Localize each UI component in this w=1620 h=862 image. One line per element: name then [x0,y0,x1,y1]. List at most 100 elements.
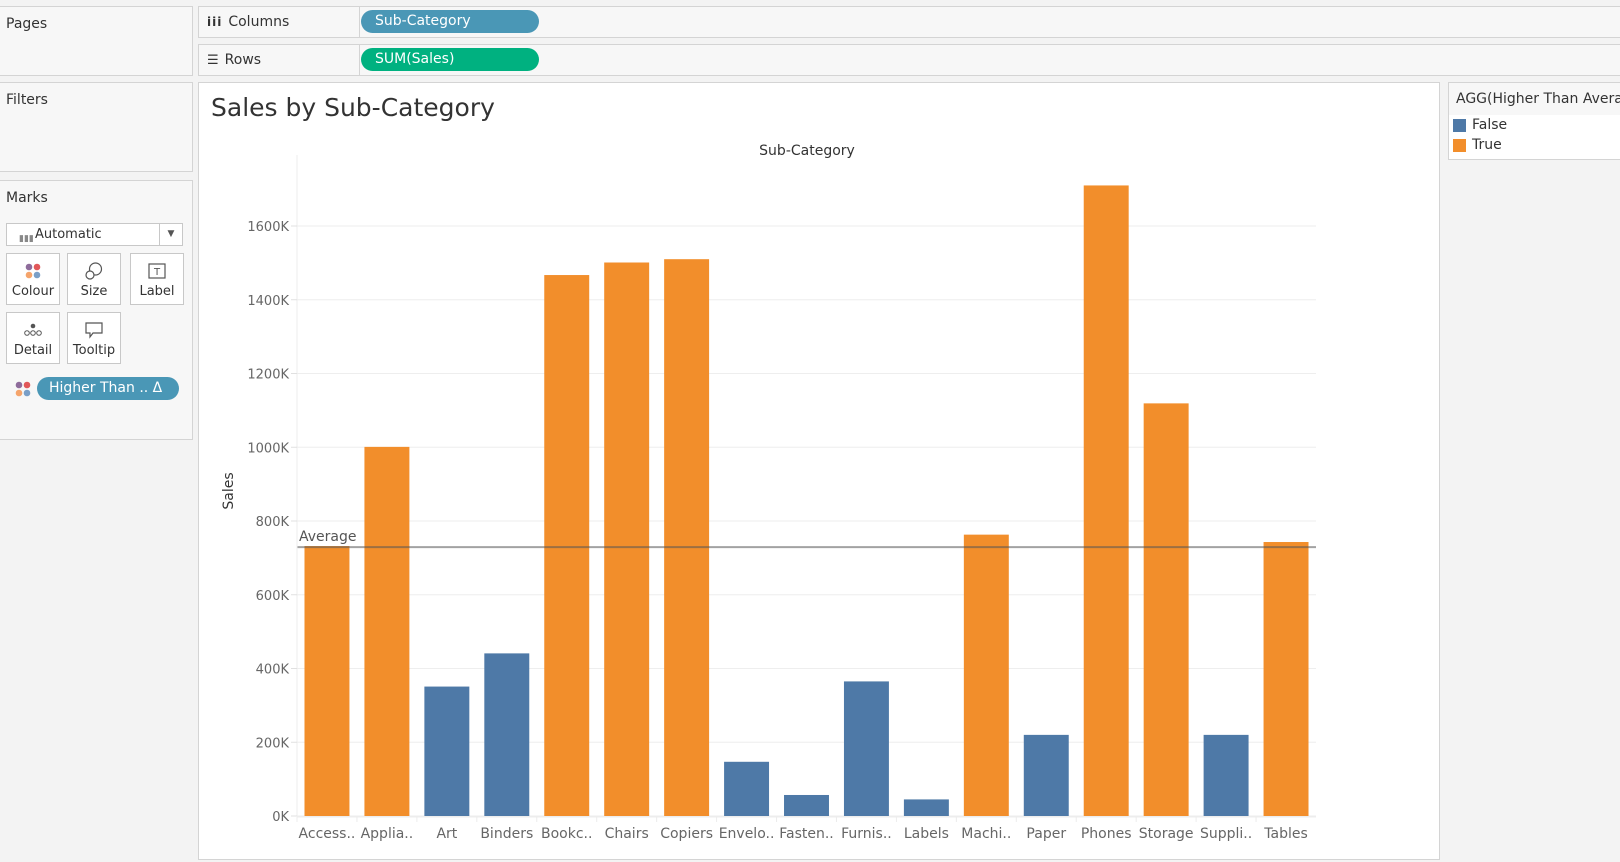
bar-phones[interactable] [1083,185,1129,816]
columns-label-group: iii Columns [207,14,289,30]
bar-applia[interactable] [364,446,410,816]
legend-label-false: False [1472,117,1508,133]
bar-access[interactable] [304,546,350,816]
x-tick-label: Labels [904,826,949,842]
bar-suppli[interactable] [1203,734,1249,816]
legend-item-true[interactable]: True [1449,135,1620,155]
size-button[interactable]: Size [67,253,121,305]
detail-button[interactable]: Detail [6,312,60,364]
filters-title: Filters [6,92,48,108]
mark-type-value: Automatic [35,227,102,242]
average-label: Average [299,529,357,545]
rows-icon: ☰ [207,52,219,68]
bar-chart-icon: ▮▮▮ [19,234,34,244]
y-tick-label: 400K [256,663,290,678]
x-tick-label: Furnis.. [841,826,892,842]
rows-label-group: ☰ Rows [207,52,261,68]
chevron-down-icon[interactable]: ▼ [159,224,182,245]
x-tick-label: Phones [1081,826,1132,842]
rows-shelf[interactable]: ☰ Rows SUM(Sales) [198,44,1620,76]
rows-label: Rows [224,52,262,68]
sub-category-pill[interactable]: Sub-Category [361,10,539,33]
colour-label: Colour [11,284,55,299]
filters-panel[interactable]: Filters [0,82,193,172]
x-tick-label: Bookc.. [541,826,592,842]
colour-legend: AGG(Higher Than Average) False True [1448,82,1620,160]
shelf-divider [359,45,360,75]
marks-title: Marks [6,190,48,206]
x-tick-label: Paper [1026,826,1066,842]
x-tick-label: Applia.. [361,826,414,842]
x-axis-title: Sub-Category [759,143,855,159]
bar-storage[interactable] [1143,403,1189,816]
mark-type-dropdown[interactable]: ▮▮▮ Automatic ▼ [6,223,183,246]
x-tick-label: Chairs [605,826,649,842]
x-tick-label: Envelo.. [719,826,775,842]
bar-bookc[interactable] [544,275,590,816]
legend-item-false[interactable]: False [1449,115,1620,135]
colour-icon [15,381,31,396]
y-tick-label: 600K [256,589,290,604]
columns-icon: iii [207,15,223,29]
x-axis: Access.. Applia.. Art Binders Bookc.. Chairs C… [296,816,1316,842]
bar-chairs[interactable] [604,262,650,817]
legend-label-true: True [1472,137,1502,153]
y-tick-label: 800K [256,515,290,530]
x-tick-label: Suppli.. [1200,826,1252,842]
bar-tables[interactable] [1263,542,1309,816]
y-tick-label: 0K [272,810,289,825]
pages-panel: Pages [0,6,193,76]
tooltip-icon [68,317,120,343]
colour-button[interactable]: Colour [6,253,60,305]
y-tick-label: 1000K [247,441,289,456]
x-tick-label: Copiers [660,826,713,842]
label-label: Label [139,284,175,299]
x-tick-label: Fasten.. [779,826,834,842]
bar-chart: Average 0K 200K 400K 600K 800K 1000K 1200K 1400… [221,143,1316,842]
legend-swatch-false [1453,118,1466,132]
svg-text:T: T [153,267,161,278]
detail-label: Detail [13,343,53,358]
bar-furnis[interactable] [843,681,889,816]
sum-sales-pill[interactable]: SUM(Sales) [361,48,539,71]
colour-field-row: Higher Than .. Δ [15,377,179,400]
columns-label: Columns [228,14,290,30]
detail-icon [7,317,59,343]
size-icon [68,258,120,284]
size-label: Size [80,284,108,299]
higher-than-average-pill[interactable]: Higher Than .. Δ [37,377,179,400]
x-tick-label: Tables [1263,826,1308,842]
x-tick-label: Binders [480,826,533,842]
y-tick-label: 1600K [247,220,289,235]
y-axis-title: Sales [221,472,237,509]
legend-swatch-true [1453,138,1466,152]
bar-fasten[interactable] [784,794,829,816]
y-tick-label: 1400K [247,294,289,309]
columns-shelf[interactable]: iii Columns Sub-Category [198,6,1620,38]
label-icon: T [131,258,183,284]
bar-binders[interactable] [484,653,530,816]
x-tick-label: Machi.. [961,826,1011,842]
chart-card: Sales by Sub-Category Average 0K 200K 400K… [198,82,1440,860]
y-tick-label: 200K [256,736,290,751]
bar-copiers[interactable] [664,259,710,816]
bar-labels[interactable] [903,799,949,816]
x-tick-label: Art [436,826,457,842]
bar-art[interactable] [424,686,470,816]
x-tick-label: Storage [1139,826,1194,842]
bar-paper[interactable] [1023,734,1069,816]
legend-title: AGG(Higher Than Average) [1449,83,1620,115]
tooltip-button[interactable]: Tooltip [67,312,121,364]
tooltip-label: Tooltip [72,343,116,358]
colour-icon [7,258,59,284]
y-tick-label: 1200K [247,368,289,383]
pages-title: Pages [6,16,48,32]
y-axis: 0K 200K 400K 600K 800K 1000K 1200K 1400K 1600K [247,155,298,825]
bar-envelo[interactable] [724,761,770,816]
shelf-divider [359,7,360,37]
bars [304,185,1309,817]
bar-machi[interactable] [963,534,1009,816]
x-tick-label: Access.. [299,826,356,842]
label-button[interactable]: T Label [130,253,184,305]
marks-panel: Marks ▮▮▮ Automatic ▼ Colour Size T Labe… [0,180,193,440]
